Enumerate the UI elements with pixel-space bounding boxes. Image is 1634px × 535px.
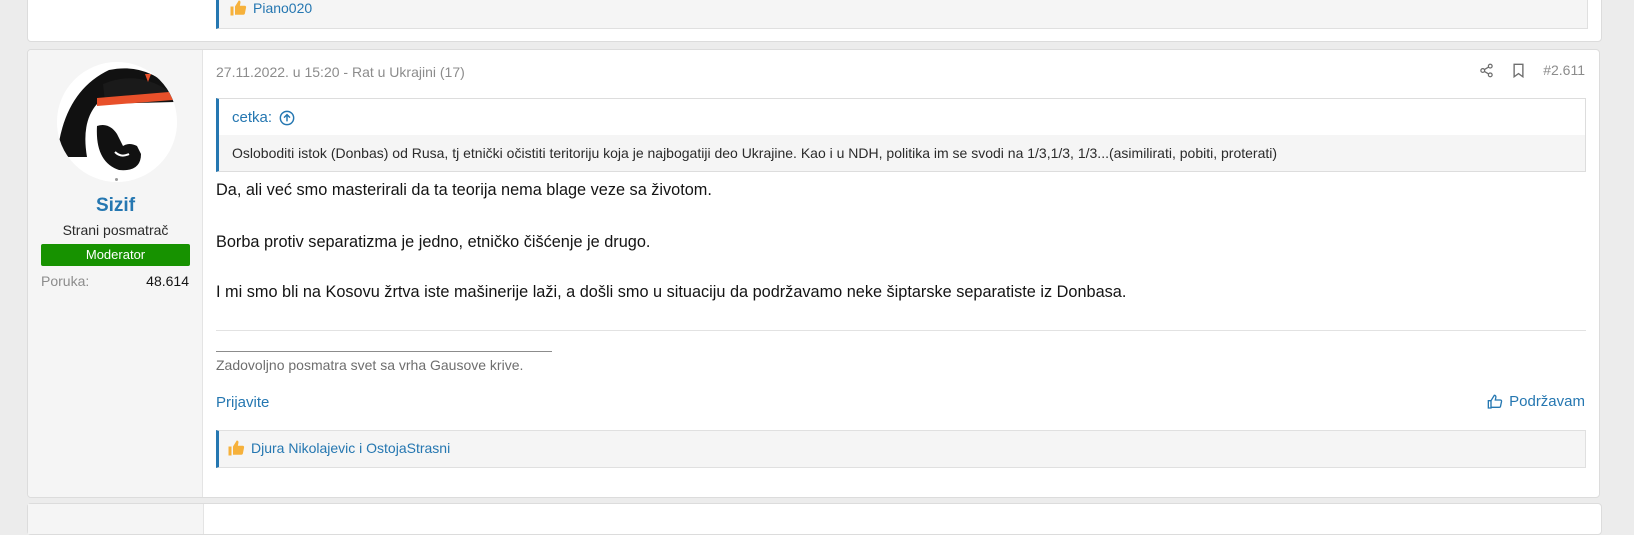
previous-reactors-link[interactable]: Piano020: [253, 0, 312, 16]
post-content: 27.11.2022. u 15:20 - Rat u Ukrajini (17…: [203, 50, 1599, 497]
next-post: [27, 503, 1602, 535]
share-icon[interactable]: [1479, 63, 1494, 78]
signature-rule: [216, 351, 552, 352]
user-title: Strani posmatrač: [62, 222, 169, 238]
signature: Zadovoljno posmatra svet sa vrha Gausove…: [216, 357, 524, 373]
post-count-value: 48.614: [146, 273, 189, 289]
post-count-label: Poruka:: [41, 273, 90, 289]
signature-divider: [216, 330, 1586, 331]
previous-reactions-bar: Piano020: [216, 0, 1588, 29]
previous-post: Piano020: [27, 0, 1602, 42]
post-header-actions: #2.611: [1479, 62, 1585, 78]
report-link[interactable]: Prijavite: [216, 394, 269, 411]
arrow-up-circle-icon[interactable]: [279, 110, 295, 126]
reactions-bar: Djura Nikolajevic i OstojaStrasni: [216, 430, 1586, 468]
post-date-thread[interactable]: 27.11.2022. u 15:20 - Rat u Ukrajini (17…: [216, 64, 465, 80]
quote-text: Osloboditi istok (Donbas) od Rusa, tj et…: [219, 135, 1585, 171]
forum-post: Sizif Strani posmatrač Moderator Poruka:…: [27, 49, 1600, 498]
post-number-link[interactable]: #2.611: [1543, 62, 1585, 78]
quote-author-link[interactable]: cetka:: [232, 109, 272, 126]
moderator-banner: Moderator: [41, 244, 190, 266]
like-button-label: Podržavam: [1509, 393, 1585, 410]
message-paragraph: I mi smo bli na Kosovu žrtva iste mašine…: [216, 283, 1127, 301]
message-paragraph: Borba protiv separatizma je jedno, etnič…: [216, 233, 651, 251]
thumbs-up-icon: [227, 439, 245, 457]
message-paragraph: Da, ali već smo masterirali da ta teorij…: [216, 181, 712, 199]
user-info-panel: Sizif Strani posmatrač Moderator Poruka:…: [28, 50, 203, 497]
like-button[interactable]: Podržavam: [1487, 393, 1585, 410]
quote-block: cetka: Osloboditi istok (Donbas) od Rusa…: [216, 98, 1586, 172]
next-post-user-panel: [28, 504, 204, 534]
online-indicator: [115, 178, 118, 181]
bookmark-icon[interactable]: [1512, 63, 1525, 78]
username[interactable]: Sizif: [28, 195, 203, 217]
avatar[interactable]: [57, 62, 177, 182]
thumbs-up-icon: [229, 0, 247, 17]
reactors-link[interactable]: Djura Nikolajevic i OstojaStrasni: [251, 440, 450, 456]
like-outline-icon: [1487, 394, 1503, 410]
